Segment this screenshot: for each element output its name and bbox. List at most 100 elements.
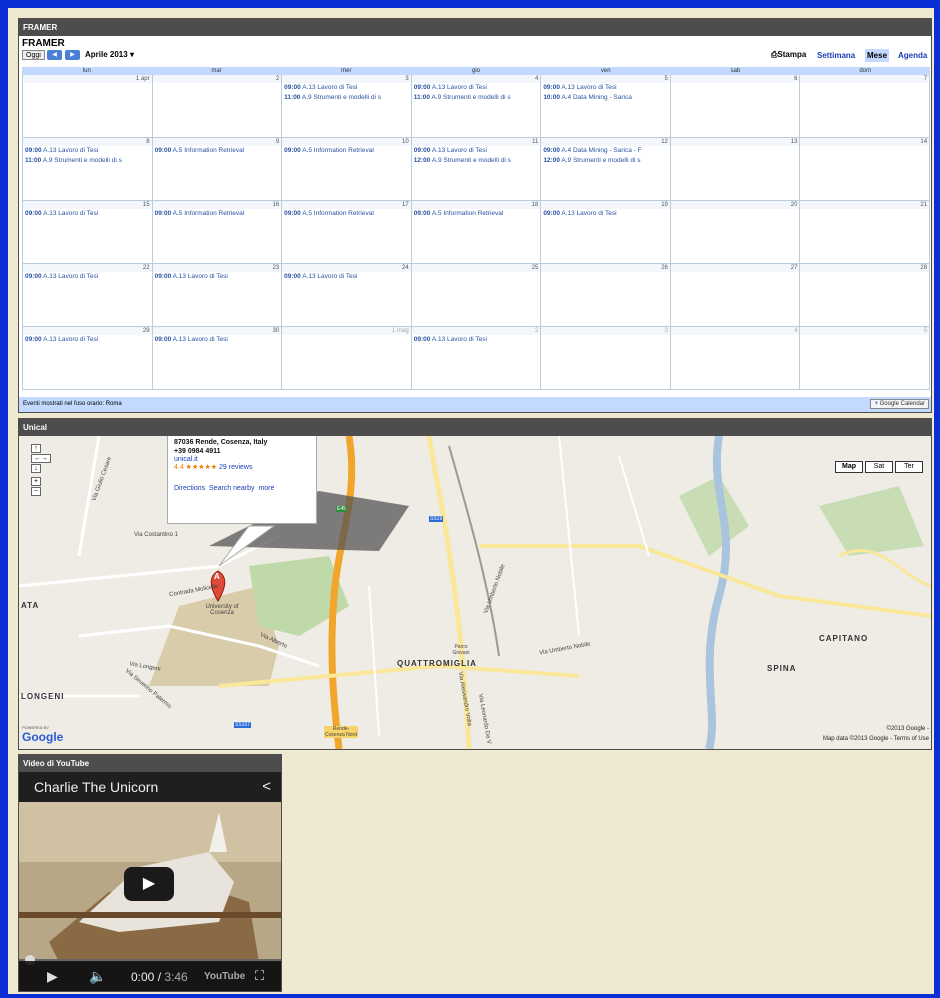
day-cell[interactable]: 17 09:00 A.5 Information Retrieval xyxy=(282,201,412,263)
search-nearby-link[interactable]: Search nearby xyxy=(209,485,255,492)
prev-month-button[interactable]: ◀ xyxy=(47,50,62,60)
map-canvas[interactable]: A 87036 Rende, Cosenza, Italy +39 0984 4… xyxy=(19,436,931,749)
calendar-event[interactable]: 12:00 A.9 Strumenti e modelli di s xyxy=(412,156,541,166)
day-cell[interactable]: 3 xyxy=(541,327,671,389)
share-icon[interactable]: < xyxy=(262,778,271,795)
map-type-ter[interactable]: Ter xyxy=(895,461,923,473)
day-cell[interactable]: 1 mag xyxy=(282,327,412,389)
map-type-sat[interactable]: Sat xyxy=(865,461,893,473)
calendar-event[interactable]: 09:00 A.5 Information Retrieval xyxy=(412,209,541,219)
calendar-event[interactable]: 10:00 A.4 Data Mining - Sarica xyxy=(541,93,670,103)
day-cell[interactable]: 10 09:00 A.5 Information Retrieval xyxy=(282,138,412,200)
day-cell[interactable]: 30 09:00 A.13 Lavoro di Tesi xyxy=(152,327,283,389)
calendar-event[interactable]: 09:00 A.13 Lavoro di Tesi xyxy=(153,335,282,345)
youtube-logo[interactable]: YouTube xyxy=(204,971,245,982)
calendar-event[interactable]: 11:00 A.9 Strumenti e modelli di s xyxy=(282,93,411,103)
pan-up-button[interactable]: ↑ xyxy=(31,444,41,453)
day-cell[interactable]: 1 apr xyxy=(23,75,153,137)
zoom-in-button[interactable]: + xyxy=(31,477,41,486)
pan-horizontal-buttons[interactable]: ←→ xyxy=(31,454,51,463)
day-cell[interactable]: 23 09:00 A.13 Lavoro di Tesi xyxy=(152,264,283,326)
day-cell[interactable]: 18 09:00 A.5 Information Retrieval xyxy=(411,201,542,263)
day-cell[interactable]: 4 09:00 A.13 Lavoro di Tesi 11:00 A.9 Stru… xyxy=(411,75,542,137)
calendar-event[interactable]: 09:00 A.13 Lavoro di Tesi xyxy=(412,146,541,156)
fullscreen-icon[interactable]: ⛶ xyxy=(255,968,264,984)
day-cell[interactable]: 27 xyxy=(670,264,801,326)
map-copyright-terms[interactable]: Map data ©2013 Google - Terms of Use xyxy=(823,736,929,742)
tab-agenda[interactable]: Agenda xyxy=(896,49,929,62)
day-cell[interactable]: 16 09:00 A.5 Information Retrieval xyxy=(152,201,283,263)
video-player[interactable]: Charlie The Unicorn < ▶ ▶ 🔈 0:00 / 3:46 … xyxy=(19,772,281,991)
day-cell[interactable]: 7 xyxy=(800,75,931,137)
day-cell[interactable]: 21 xyxy=(800,201,931,263)
calendar-event[interactable]: 09:00 A.13 Lavoro di Tesi xyxy=(23,146,152,156)
day-cell[interactable]: 2 09:00 A.13 Lavoro di Tesi xyxy=(411,327,542,389)
today-button[interactable]: Oggi xyxy=(22,50,45,60)
day-cell[interactable]: 9 09:00 A.5 Information Retrieval xyxy=(152,138,283,200)
calendar-event[interactable]: 09:00 A.13 Lavoro di Tesi xyxy=(541,209,670,219)
reviews-link[interactable]: 29 reviews xyxy=(219,464,252,471)
day-cell[interactable]: 5 09:00 A.13 Lavoro di Tesi 10:00 A.4 Data… xyxy=(541,75,671,137)
day-cell[interactable]: 15 09:00 A.13 Lavoro di Tesi xyxy=(23,201,153,263)
calendar-event[interactable]: 09:00 A.13 Lavoro di Tesi xyxy=(412,335,541,345)
day-cell[interactable]: 26 xyxy=(541,264,671,326)
calendar-event[interactable]: 09:00 A.13 Lavoro di Tesi xyxy=(412,83,541,93)
day-cell[interactable]: 3 09:00 A.13 Lavoro di Tesi 11:00 A.9 Stru… xyxy=(282,75,412,137)
day-cell[interactable]: 4 xyxy=(670,327,801,389)
calendar-event[interactable]: 09:00 A.13 Lavoro di Tesi xyxy=(23,209,152,219)
calendar-event[interactable]: 12:00 A.9 Strumenti e modelli di s xyxy=(541,156,670,166)
calendar-event[interactable]: 09:00 A.5 Information Retrieval xyxy=(282,146,411,156)
video-title[interactable]: Charlie The Unicorn xyxy=(19,772,281,802)
print-button[interactable]: ⎙Stampa xyxy=(771,50,806,60)
play-control-icon[interactable]: ▶ xyxy=(47,968,58,985)
day-cell[interactable]: 29 09:00 A.13 Lavoro di Tesi xyxy=(23,327,153,389)
calendar-event[interactable]: 09:00 A.13 Lavoro di Tesi xyxy=(282,83,411,93)
google-logo[interactable]: POWERED BY Google xyxy=(22,725,63,744)
day-cell[interactable]: 11 09:00 A.13 Lavoro di Tesi 12:00 A.9 Str… xyxy=(411,138,542,200)
zoom-out-button[interactable]: − xyxy=(31,487,41,496)
calendar-event[interactable]: 09:00 A.13 Lavoro di Tesi xyxy=(282,272,411,282)
next-month-button[interactable]: ▶ xyxy=(65,50,80,60)
play-icon: ▶ xyxy=(142,875,156,892)
calendar-event[interactable]: 11:00 A.9 Strumenti e modelli di s xyxy=(23,156,152,166)
day-cell[interactable]: 6 xyxy=(670,75,801,137)
day-cell[interactable]: 13 xyxy=(670,138,801,200)
play-button[interactable]: ▶ xyxy=(124,867,174,901)
day-cell[interactable]: 24 09:00 A.13 Lavoro di Tesi xyxy=(282,264,412,326)
day-cell[interactable]: 14 xyxy=(800,138,931,200)
day-cell[interactable]: 12 09:00 A.4 Data Mining - Sarica - F 12:0… xyxy=(541,138,671,200)
directions-link[interactable]: Directions xyxy=(174,485,205,492)
calendar-event[interactable]: 11:00 A.9 Strumenti e modelli di s xyxy=(412,93,541,103)
map-type-map[interactable]: Map xyxy=(835,461,863,473)
tab-month[interactable]: Mese xyxy=(865,49,890,62)
google-calendar-button[interactable]: + Google Calendar xyxy=(870,399,929,409)
day-number: 2 xyxy=(152,75,282,83)
calendar-event[interactable]: 09:00 A.4 Data Mining - Sarica - F xyxy=(541,146,670,156)
marker-a[interactable]: A xyxy=(214,572,220,581)
day-cell[interactable]: 5 xyxy=(800,327,931,389)
day-cell[interactable]: 2 xyxy=(152,75,283,137)
calendar-event[interactable]: 09:00 A.5 Information Retrieval xyxy=(153,146,282,156)
more-link[interactable]: more xyxy=(258,485,274,492)
day-cell[interactable]: 28 xyxy=(800,264,931,326)
month-selector[interactable]: Aprile 2013 ▾ xyxy=(85,50,134,59)
day-number: 19 xyxy=(541,201,670,209)
day-cell[interactable]: 20 xyxy=(670,201,801,263)
day-cell[interactable]: 8 09:00 A.13 Lavoro di Tesi 11:00 A.9 Stru… xyxy=(23,138,153,200)
calendar-event[interactable]: 09:00 A.13 Lavoro di Tesi xyxy=(23,272,152,282)
calendar-event[interactable]: 09:00 A.5 Information Retrieval xyxy=(282,209,411,219)
day-cell[interactable]: 25 xyxy=(411,264,542,326)
calendar-event[interactable]: 09:00 A.13 Lavoro di Tesi xyxy=(153,272,282,282)
place-website[interactable]: unical.it xyxy=(174,456,198,463)
calendar-event[interactable]: 09:00 A.13 Lavoro di Tesi xyxy=(23,335,152,345)
event-time: 09:00 xyxy=(154,273,172,280)
tab-week[interactable]: Settimana xyxy=(815,49,857,62)
day-cell[interactable]: 19 09:00 A.13 Lavoro di Tesi xyxy=(541,201,671,263)
volume-icon[interactable]: 🔈 xyxy=(89,968,106,985)
pan-down-button[interactable]: ↓ xyxy=(31,464,41,473)
place-website-link[interactable]: unical.it xyxy=(174,456,310,463)
event-title: A.13 Lavoro di Tesi xyxy=(431,336,487,343)
day-cell[interactable]: 22 09:00 A.13 Lavoro di Tesi xyxy=(23,264,153,326)
calendar-event[interactable]: 09:00 A.5 Information Retrieval xyxy=(153,209,282,219)
calendar-event[interactable]: 09:00 A.13 Lavoro di Tesi xyxy=(541,83,670,93)
